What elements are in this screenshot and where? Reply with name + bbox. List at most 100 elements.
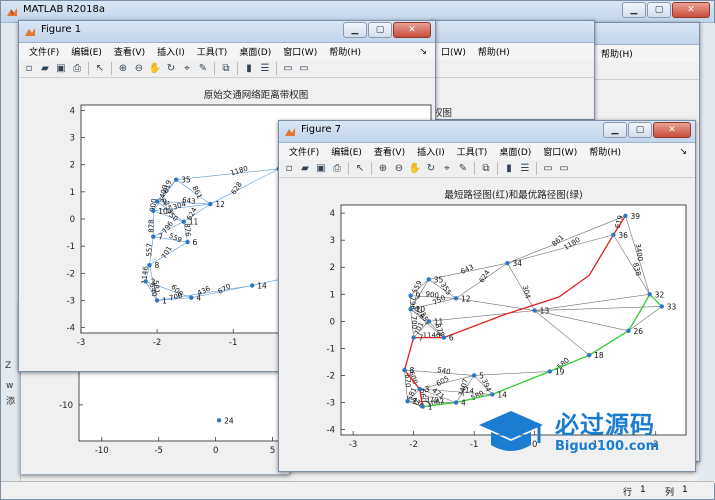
zoom-out-icon[interactable]: ⊖ xyxy=(132,62,146,76)
figure-1-titlebar[interactable]: Figure 1 ▁ ▢ ✕ xyxy=(19,21,435,43)
graph-node xyxy=(547,369,553,374)
brush-icon[interactable]: ✎ xyxy=(456,162,470,176)
figure-7-menu-item[interactable]: 编辑(E) xyxy=(325,145,368,158)
figure-7-menu-item[interactable]: 工具(T) xyxy=(451,145,494,158)
edge-weight-label: 670 xyxy=(403,374,412,388)
hide-tools-icon[interactable]: ▭ xyxy=(541,162,555,176)
menu-expand-icon[interactable]: ↘ xyxy=(413,47,435,57)
figure-7-menu-item[interactable]: 插入(I) xyxy=(411,145,451,158)
background-figure-window-2[interactable]: 口(W) 帮助(H) 权图 xyxy=(430,20,595,120)
figure-7-menu-item[interactable]: 窗口(W) xyxy=(537,145,583,158)
figure-7-menu-item[interactable]: 帮助(H) xyxy=(583,145,627,158)
legend-icon[interactable]: ☰ xyxy=(258,62,272,76)
save-icon[interactable]: ▣ xyxy=(54,62,68,76)
graph-node xyxy=(173,177,179,182)
dock-icon[interactable]: ▭ xyxy=(557,162,571,176)
brush-icon[interactable]: ✎ xyxy=(196,62,210,76)
figure-1-menu-item[interactable]: 工具(T) xyxy=(191,45,234,58)
colorbar-icon[interactable]: ▮ xyxy=(242,62,256,76)
figure-7-minimize-button[interactable]: ▁ xyxy=(603,122,627,138)
figure-7-menu-item[interactable]: 桌面(D) xyxy=(493,145,537,158)
open-file-icon[interactable]: ▰ xyxy=(38,62,52,76)
graph-node-label: 35 xyxy=(434,275,444,284)
figure-1-close-button[interactable]: ✕ xyxy=(393,22,431,38)
close-button[interactable]: ✕ xyxy=(672,2,710,18)
figure-1-menu-item[interactable]: 编辑(E) xyxy=(65,45,108,58)
zoom-in-icon[interactable]: ⊕ xyxy=(376,162,390,176)
figure-7-menu-item[interactable]: 文件(F) xyxy=(283,145,325,158)
graph-node-label: 33 xyxy=(667,302,677,311)
print-icon[interactable]: ⎙ xyxy=(330,162,344,176)
open-file-icon[interactable]: ▰ xyxy=(298,162,312,176)
toolbar-separator xyxy=(214,62,215,75)
figure-7-menu-item[interactable]: 查看(V) xyxy=(368,145,411,158)
link-icon[interactable]: ⧉ xyxy=(219,62,233,76)
background-figure-2-titlebar[interactable] xyxy=(431,21,594,43)
figure-1-menu-item[interactable]: 窗口(W) xyxy=(277,45,323,58)
background-figure-2-menubar: 口(W) 帮助(H) xyxy=(431,43,594,60)
graph-node xyxy=(611,232,616,237)
pointer-icon[interactable]: ↖ xyxy=(353,162,367,176)
figure-7-close-button[interactable]: ✕ xyxy=(653,122,691,138)
graph-node xyxy=(405,398,410,404)
bg2-menu-help[interactable]: 帮助(H) xyxy=(472,45,516,58)
hide-tools-icon[interactable]: ▭ xyxy=(281,62,295,76)
figure-7-titlebar[interactable]: Figure 7 ▁ ▢ ✕ xyxy=(279,121,695,143)
maximize-button[interactable]: ▢ xyxy=(647,2,671,18)
matlab-title: MATLAB R2018a xyxy=(23,4,106,15)
matlab-figure-icon xyxy=(25,28,35,36)
print-icon[interactable]: ⎙ xyxy=(70,62,84,76)
pointer-icon[interactable]: ↖ xyxy=(93,62,107,76)
graph-node-label: 32 xyxy=(655,290,665,299)
status-col-value: 1 xyxy=(682,485,688,495)
figure-1-minimize-button[interactable]: ▁ xyxy=(343,22,367,38)
menu-expand-icon[interactable]: ↘ xyxy=(673,147,695,157)
graph-node xyxy=(411,335,416,340)
minimize-button[interactable]: ▁ xyxy=(622,2,646,18)
graph-node xyxy=(216,418,222,423)
data-cursor-icon[interactable]: ⌖ xyxy=(440,162,454,176)
zoom-out-icon[interactable]: ⊖ xyxy=(392,162,406,176)
graph-node-label: 35 xyxy=(181,176,191,185)
rotate-icon[interactable]: ↻ xyxy=(424,162,438,176)
colorbar-icon[interactable]: ▮ xyxy=(502,162,516,176)
zoom-in-icon[interactable]: ⊕ xyxy=(116,62,130,76)
background-figure-3-menubar: 帮助(H) xyxy=(591,45,699,62)
x-tick-label: -1 xyxy=(229,338,237,348)
link-icon[interactable]: ⧉ xyxy=(479,162,493,176)
figure-1-menu-item[interactable]: 查看(V) xyxy=(108,45,151,58)
figure-1-menu-item[interactable]: 桌面(D) xyxy=(233,45,277,58)
dock-icon[interactable]: ▭ xyxy=(297,62,311,76)
graph-node-label: 4 xyxy=(461,399,466,408)
figure-1-menu-item[interactable]: 帮助(H) xyxy=(323,45,367,58)
edge-weight-label: 700 xyxy=(410,316,419,330)
graph-node xyxy=(151,234,156,239)
matlab-logo-icon xyxy=(7,8,17,16)
background-figure-3-titlebar[interactable] xyxy=(591,23,699,45)
graph-node-label: 11 xyxy=(189,218,199,227)
figure-1-menu-item[interactable]: 插入(I) xyxy=(151,45,191,58)
pan-icon[interactable]: ✋ xyxy=(408,162,422,176)
y-tick-label: 3 xyxy=(70,134,75,144)
rotate-icon[interactable]: ↻ xyxy=(164,62,178,76)
bg2-menu-window[interactable]: 口(W) xyxy=(435,45,472,58)
graph-node-label: 1 xyxy=(428,403,433,412)
figure-7-maximize-button[interactable]: ▢ xyxy=(628,122,652,138)
pan-icon[interactable]: ✋ xyxy=(148,62,162,76)
new-figure-icon[interactable]: ▫ xyxy=(22,62,36,76)
graph-node-label: 8 xyxy=(410,366,415,375)
x-tick-label: -10 xyxy=(95,446,109,456)
data-cursor-icon[interactable]: ⌖ xyxy=(180,62,194,76)
legend-icon[interactable]: ☰ xyxy=(518,162,532,176)
bg3-menu-help[interactable]: 帮助(H) xyxy=(595,47,639,60)
new-figure-icon[interactable]: ▫ xyxy=(282,162,296,176)
y-tick-label: -1 xyxy=(67,242,75,252)
save-icon[interactable]: ▣ xyxy=(314,162,328,176)
figure-1-menu-item[interactable]: 文件(F) xyxy=(23,45,65,58)
y-tick-label: 1 xyxy=(70,188,75,198)
toolbar-separator xyxy=(111,62,112,75)
figure-1-maximize-button[interactable]: ▢ xyxy=(368,22,392,38)
graph-node-label: 12 xyxy=(461,294,471,303)
graph-node-label: 12 xyxy=(215,200,225,209)
graph-node xyxy=(626,328,631,334)
